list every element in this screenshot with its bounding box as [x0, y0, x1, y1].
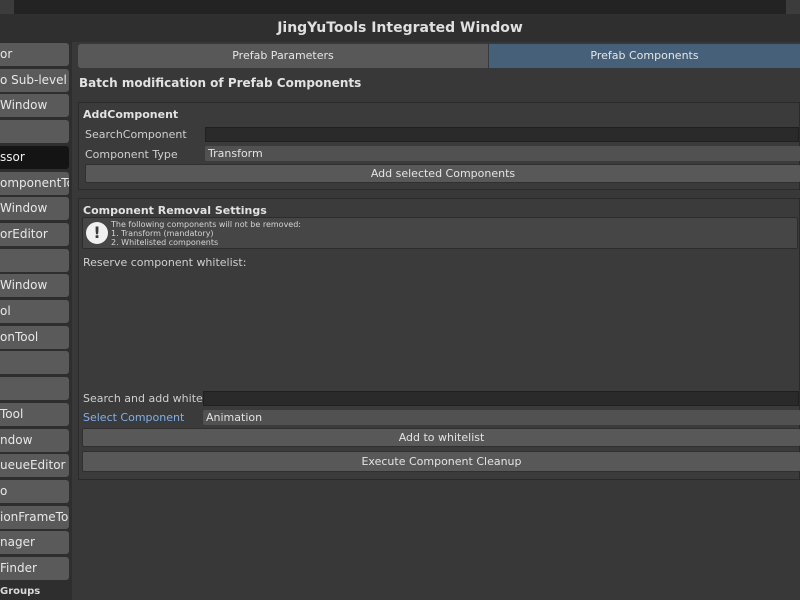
help-line: 2. Whitelisted components [111, 238, 219, 247]
window-corner-left [0, 0, 14, 14]
tab-bar: Prefab Parameters Prefab Components [78, 44, 800, 68]
main-panel: Prefab Parameters Prefab Components Batc… [78, 42, 800, 600]
sidebar-item[interactable]: ndow [0, 428, 69, 452]
tab-prefab-parameters[interactable]: Prefab Parameters [78, 44, 488, 68]
sidebar-item[interactable]: Finder [0, 557, 69, 580]
select-component-dropdown[interactable]: Animation [203, 410, 800, 425]
sidebar-item[interactable]: onTool [0, 325, 69, 349]
add-component-panel: AddComponent SearchComponent Component T… [78, 102, 800, 190]
sidebar-item[interactable]: nager [0, 531, 69, 555]
sidebar-item[interactable]: o [0, 479, 69, 503]
whitelist-area [82, 271, 798, 389]
search-whitelist-label: Search and add whitelist [83, 392, 219, 405]
select-component-label: Select Component [83, 411, 185, 424]
sidebar-item[interactable]: ol [0, 300, 69, 323]
component-type-label: Component Type [85, 148, 178, 161]
sidebar-item[interactable]: ssor [0, 145, 69, 169]
execute-cleanup-button[interactable]: Execute Component Cleanup [82, 451, 800, 472]
component-removal-panel: Component Removal Settings ! The followi… [78, 198, 800, 480]
add-component-header: AddComponent [83, 108, 179, 121]
sidebar-item[interactable]: ionFrameTool [0, 505, 69, 529]
search-component-label: SearchComponent [85, 128, 187, 141]
section-title: Batch modification of Prefab Components [79, 76, 362, 90]
whitelist-label: Reserve component whitelist: [83, 256, 247, 269]
sidebar-item[interactable]: Window [0, 274, 69, 298]
sidebar-item[interactable]: Window [0, 197, 69, 221]
sidebar-item[interactable]: Window [0, 94, 69, 118]
add-selected-components-button[interactable]: Add selected Components [85, 164, 800, 183]
sidebar-item[interactable] [0, 377, 69, 401]
sidebar-item[interactable]: omponentTool [0, 171, 69, 195]
top-window-strip [0, 0, 800, 14]
sidebar-item[interactable]: o Sub-level [0, 68, 69, 92]
sidebar-item[interactable] [0, 248, 69, 272]
sidebar-item[interactable]: ueueEditor [0, 454, 69, 478]
search-whitelist-input[interactable] [203, 391, 799, 406]
sidebar: oro Sub-levelWindowssoromponentToolWindo… [0, 42, 72, 600]
warning-icon: ! [86, 222, 108, 244]
sidebar-item[interactable] [0, 120, 69, 144]
sidebar-groups-label: Groups [0, 585, 41, 597]
help-line: 1. Transform (mandatory) [111, 229, 214, 238]
window-title: JingYuTools Integrated Window [0, 14, 800, 42]
help-box: ! The following components will not be r… [82, 217, 798, 249]
help-line: The following components will not be rem… [111, 220, 301, 229]
component-removal-header: Component Removal Settings [83, 204, 267, 217]
search-component-input[interactable] [205, 127, 799, 142]
tab-prefab-components[interactable]: Prefab Components [489, 44, 800, 68]
sidebar-item[interactable]: or [0, 43, 69, 66]
component-type-select[interactable]: Transform [205, 146, 800, 161]
sidebar-item[interactable]: orEditor [0, 222, 69, 246]
sidebar-item[interactable]: Tool [0, 402, 69, 426]
window-corner-right [786, 0, 800, 14]
sidebar-item[interactable] [0, 351, 69, 375]
add-to-whitelist-button[interactable]: Add to whitelist [82, 428, 800, 447]
